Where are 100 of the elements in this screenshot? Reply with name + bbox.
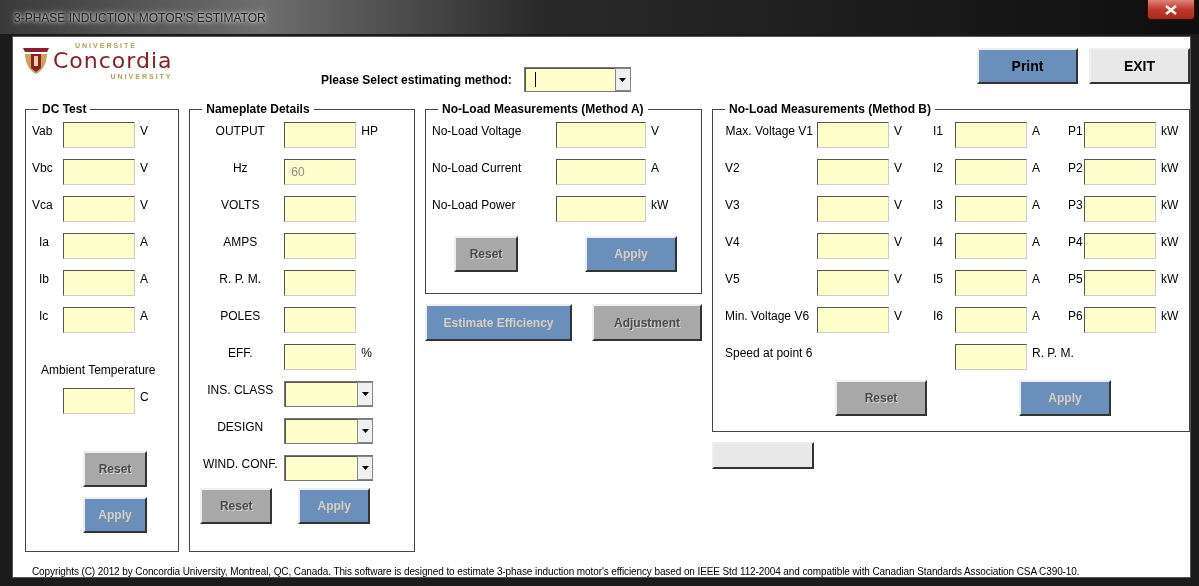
input-field[interactable]: [63, 270, 135, 297]
input-field[interactable]: 60: [284, 159, 357, 186]
input-field[interactable]: [817, 196, 889, 223]
input-field[interactable]: [817, 233, 889, 260]
input-field[interactable]: [955, 307, 1027, 334]
input-field[interactable]: [63, 388, 135, 415]
caret-icon: [361, 466, 369, 471]
unit-label: A: [1031, 234, 1041, 250]
unit-label: HP: [360, 123, 379, 139]
dropdown-field[interactable]: [284, 455, 374, 482]
field-label: Ic: [38, 308, 50, 324]
unit-label: V: [893, 234, 903, 250]
input-field[interactable]: [1084, 233, 1156, 260]
field-label: EFF.: [226, 345, 254, 361]
field-label: V2: [724, 160, 741, 176]
unit-label: A: [139, 308, 149, 324]
copyright-text: Copyrights (C) 2012 by Concordia University, Montreal, QC, Canada. This software is designed to estimate 3-phase induction motor's efficiency based on IEEE Std 112-2004 and compatible with Canadian Standards Association CSA C390-10.: [32, 566, 1081, 577]
window-title: 3-PHASE INDUCTION MOTOR'S ESTIMATOR: [14, 11, 266, 25]
field-label: INS. CLASS: [206, 382, 275, 398]
input-field[interactable]: [955, 270, 1027, 297]
field-label: P5: [1067, 271, 1084, 287]
input-field[interactable]: [63, 307, 135, 334]
group-title: No-Load Measurements (Method A): [441, 102, 645, 117]
input-field[interactable]: [955, 196, 1027, 223]
input-field[interactable]: [63, 196, 135, 223]
unit-label: A: [1031, 271, 1041, 287]
group-title: No-Load Measurements (Method B): [728, 102, 932, 117]
input-field[interactable]: [63, 159, 135, 186]
input-field[interactable]: [955, 122, 1027, 149]
dropdown-button[interactable]: [357, 456, 374, 481]
field-label: No-Load Voltage: [432, 123, 523, 139]
input-field[interactable]: [1084, 196, 1156, 223]
input-field[interactable]: [284, 344, 357, 371]
dropdown-button[interactable]: [357, 382, 374, 407]
unit-label: kW: [1160, 271, 1180, 287]
field-label: Ib: [38, 271, 50, 287]
blank-button[interactable]: [712, 442, 814, 470]
unit-label: kW: [650, 197, 670, 213]
close-icon: [1165, 4, 1177, 15]
input-field[interactable]: [955, 344, 1027, 371]
dropdown-button[interactable]: [614, 68, 631, 91]
close-button[interactable]: [1147, 0, 1195, 20]
unit-label: kW: [1160, 123, 1180, 139]
input-field[interactable]: [284, 122, 357, 149]
input-field[interactable]: [817, 122, 889, 149]
field-label: V5: [724, 271, 741, 287]
group-title: DC Test: [41, 102, 88, 117]
input-field[interactable]: [1084, 307, 1156, 334]
input-field[interactable]: [284, 196, 357, 223]
unit-label: kW: [1160, 197, 1180, 213]
input-field[interactable]: [1084, 159, 1156, 186]
dropdown-button[interactable]: [357, 419, 374, 444]
button[interactable]: EXIT: [1089, 48, 1190, 84]
field-label: I6: [932, 308, 944, 324]
caret-icon: [361, 429, 369, 434]
input-field[interactable]: [817, 270, 889, 297]
input-field[interactable]: [556, 196, 646, 223]
input-field[interactable]: [955, 159, 1027, 186]
unit-label: V: [893, 271, 903, 287]
unit-label: V: [139, 123, 149, 139]
input-field[interactable]: [1084, 270, 1156, 297]
input-field[interactable]: [556, 159, 646, 186]
field-label: DESIGN: [216, 419, 265, 435]
field-label: OUTPUT: [214, 123, 266, 139]
unit-label: V: [650, 123, 660, 139]
dropdown-field[interactable]: [284, 381, 374, 408]
field-label: Please Select estimating method:: [321, 72, 512, 87]
field-label: P3: [1067, 197, 1084, 213]
unit-label: A: [1031, 160, 1041, 176]
unit-label: V: [139, 160, 149, 176]
field-label: VOLTS: [220, 197, 261, 213]
field-label: P6: [1067, 308, 1084, 324]
input-field[interactable]: [817, 307, 889, 334]
input-field[interactable]: [284, 307, 357, 334]
input-field[interactable]: [955, 233, 1027, 260]
input-field[interactable]: [63, 233, 135, 260]
unit-label: kW: [1160, 160, 1180, 176]
dropdown-field[interactable]: [523, 67, 631, 92]
input-field[interactable]: [1084, 122, 1156, 149]
field-label: Min. Voltage V6: [724, 308, 811, 324]
group-title: Nameplate Details: [205, 102, 311, 117]
unit-label: V: [893, 160, 903, 176]
input-field[interactable]: [284, 270, 357, 297]
button[interactable]: Print: [977, 48, 1078, 84]
field-label: P1: [1067, 123, 1084, 139]
dropdown-field[interactable]: [284, 418, 374, 445]
input-field[interactable]: [817, 159, 889, 186]
unit-label: A: [139, 234, 149, 250]
field-label: Ia: [38, 234, 50, 250]
unit-label: V: [893, 123, 903, 139]
input-field[interactable]: [63, 122, 135, 149]
field-label: Vca: [32, 197, 54, 213]
unit-label: V: [893, 197, 903, 213]
field-label: AMPS: [222, 234, 259, 250]
caret-icon: [361, 392, 369, 397]
field-label: I4: [932, 234, 944, 250]
input-field[interactable]: [284, 233, 357, 260]
input-field[interactable]: [556, 122, 646, 149]
field-label: P2: [1067, 160, 1084, 176]
field-label: Hz: [231, 160, 249, 176]
